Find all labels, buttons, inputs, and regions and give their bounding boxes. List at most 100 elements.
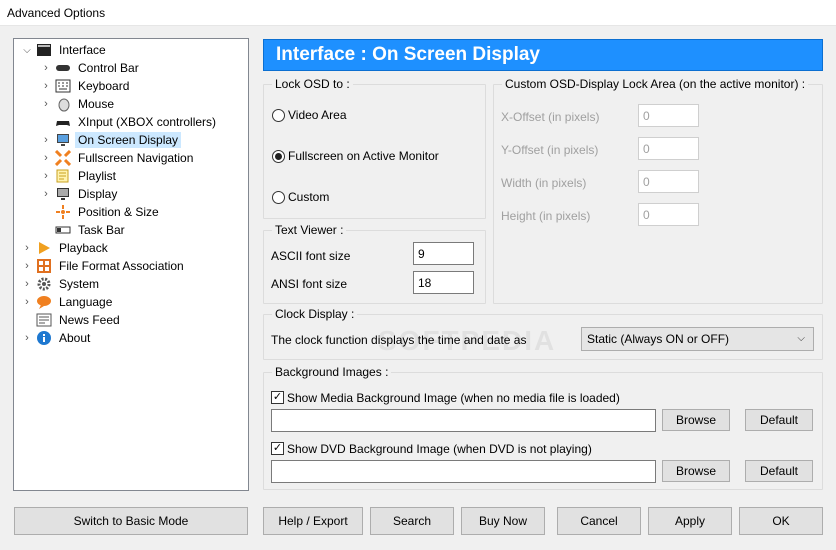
tree-item[interactable]: › Playback: [22, 239, 111, 257]
radio-fullscreen-active-monitor[interactable]: [272, 150, 285, 163]
dvd-bg-label[interactable]: Show DVD Background Image (when DVD is n…: [287, 442, 592, 456]
dvd-bg-path-input[interactable]: [271, 460, 656, 483]
chevron-right-icon[interactable]: ›: [41, 188, 51, 200]
text-viewer-title: Text Viewer :: [272, 223, 347, 237]
media-default-button[interactable]: Default: [745, 409, 813, 431]
media-bg-checkbox[interactable]: ✓: [271, 391, 284, 404]
tree-item[interactable]: › File Format Association: [22, 257, 187, 275]
tree-item[interactable]: › Keyboard: [41, 77, 132, 95]
radio-fullscreen-label[interactable]: Fullscreen on Active Monitor: [288, 149, 439, 163]
tree-item[interactable]: › Display: [41, 185, 120, 203]
chevron-down-icon[interactable]: ⌵: [22, 45, 32, 56]
interface-icon: [36, 42, 52, 58]
tree-item[interactable]: › About: [22, 329, 93, 347]
chevron-right-icon[interactable]: ›: [22, 332, 32, 344]
gear-icon: [36, 276, 52, 292]
buy-now-button[interactable]: Buy Now: [461, 507, 545, 535]
tree-item[interactable]: Position & Size: [41, 203, 162, 221]
radio-custom-label[interactable]: Custom: [288, 190, 329, 204]
mouse-icon: [55, 96, 71, 112]
playback-icon: [36, 240, 52, 256]
switch-basic-mode-button[interactable]: Switch to Basic Mode: [14, 507, 248, 535]
info-icon: [36, 330, 52, 346]
tree-item[interactable]: › Control Bar: [41, 59, 142, 77]
apply-button[interactable]: Apply: [648, 507, 732, 535]
ansi-font-size-input[interactable]: 18: [413, 271, 474, 294]
tree-item-label: XInput (XBOX controllers): [78, 115, 217, 129]
chevron-down-icon: ⌵: [797, 333, 805, 344]
custom-area-group: Custom OSD-Display Lock Area (on the act…: [493, 77, 823, 304]
tree-item-label: Task Bar: [78, 223, 125, 237]
tree-item-label: Interface: [59, 43, 106, 57]
display-icon: [55, 186, 71, 202]
text-viewer-group: Text Viewer : ASCII font size 9 ANSI fon…: [263, 223, 486, 304]
options-tree[interactable]: ⌵ Interface › Control Bar › Keyboard › Mouse XIn…: [13, 38, 249, 491]
dvd-browse-button[interactable]: Browse: [662, 460, 730, 482]
tree-item[interactable]: › System: [22, 275, 102, 293]
tree-item-label: Fullscreen Navigation: [78, 151, 194, 165]
ascii-font-size-input[interactable]: 9: [413, 242, 474, 265]
radio-video-area[interactable]: [272, 109, 285, 122]
radio-video-area-label[interactable]: Video Area: [288, 108, 347, 122]
custom-area-title: Custom OSD-Display Lock Area (on the act…: [502, 77, 809, 91]
chevron-right-icon[interactable]: ›: [41, 80, 51, 92]
tree-item-label: File Format Association: [59, 259, 184, 273]
tree-item-label: On Screen Display: [75, 132, 182, 148]
chevron-right-icon[interactable]: ›: [41, 98, 51, 110]
gamepad-icon: [55, 114, 71, 130]
fullscreen-icon: [54, 149, 72, 167]
y-offset-input[interactable]: 0: [638, 137, 699, 160]
chevron-right-icon[interactable]: ›: [41, 62, 51, 74]
chevron-right-icon[interactable]: ›: [22, 278, 32, 290]
file-format-icon: [36, 258, 52, 274]
search-button[interactable]: Search: [370, 507, 454, 535]
ansi-font-size-label: ANSI font size: [271, 277, 348, 291]
tree-item[interactable]: › Mouse: [41, 95, 117, 113]
media-bg-label[interactable]: Show Media Background Image (when no med…: [287, 391, 620, 405]
playlist-icon: [55, 168, 71, 184]
tree-item-label: Playback: [59, 241, 108, 255]
chevron-right-icon[interactable]: ›: [41, 170, 51, 182]
x-offset-label: X-Offset (in pixels): [501, 110, 600, 124]
media-browse-button[interactable]: Browse: [662, 409, 730, 431]
dvd-default-button[interactable]: Default: [745, 460, 813, 482]
tree-item[interactable]: › Language: [22, 293, 115, 311]
radio-custom[interactable]: [272, 191, 285, 204]
clock-display-label: The clock function displays the time and…: [271, 333, 527, 347]
chevron-right-icon[interactable]: ›: [41, 152, 51, 164]
x-offset-input[interactable]: 0: [638, 104, 699, 127]
tree-item[interactable]: Task Bar: [41, 221, 128, 239]
width-label: Width (in pixels): [501, 176, 587, 190]
cancel-button[interactable]: Cancel: [557, 507, 641, 535]
media-bg-path-input[interactable]: [271, 409, 656, 432]
tree-item[interactable]: › On Screen Display: [41, 131, 182, 149]
tree-item[interactable]: XInput (XBOX controllers): [41, 113, 219, 131]
tree-item-label: Control Bar: [78, 61, 139, 75]
clock-display-group: Clock Display : The clock function displ…: [263, 307, 823, 360]
tree-item[interactable]: › Playlist: [41, 167, 119, 185]
panel-header: Interface : On Screen Display: [263, 39, 823, 71]
clock-mode-select[interactable]: Static (Always ON or OFF) ⌵: [581, 327, 814, 351]
window-title: Advanced Options: [7, 6, 106, 20]
chevron-right-icon[interactable]: ›: [22, 296, 32, 308]
chevron-right-icon[interactable]: ›: [22, 242, 32, 254]
window-title-bar: Advanced Options: [0, 0, 836, 26]
width-input[interactable]: 0: [638, 170, 699, 193]
clock-mode-value: Static (Always ON or OFF): [587, 332, 730, 346]
tree-item[interactable]: › Fullscreen Navigation: [41, 149, 196, 167]
background-images-title: Background Images :: [272, 365, 392, 379]
ok-button[interactable]: OK: [739, 507, 823, 535]
height-label: Height (in pixels): [501, 209, 591, 223]
help-export-button[interactable]: Help / Export: [263, 507, 363, 535]
chevron-right-icon[interactable]: ›: [22, 260, 32, 272]
tree-item-label: Playlist: [78, 169, 117, 183]
tree-item[interactable]: ⌵ Interface: [22, 41, 109, 59]
chevron-right-icon[interactable]: ›: [41, 134, 51, 146]
background-images-group: Background Images : ✓ Show Media Backgro…: [263, 365, 823, 490]
height-input[interactable]: 0: [638, 203, 699, 226]
dvd-bg-checkbox[interactable]: ✓: [271, 442, 284, 455]
tree-item[interactable]: News Feed: [22, 311, 123, 329]
